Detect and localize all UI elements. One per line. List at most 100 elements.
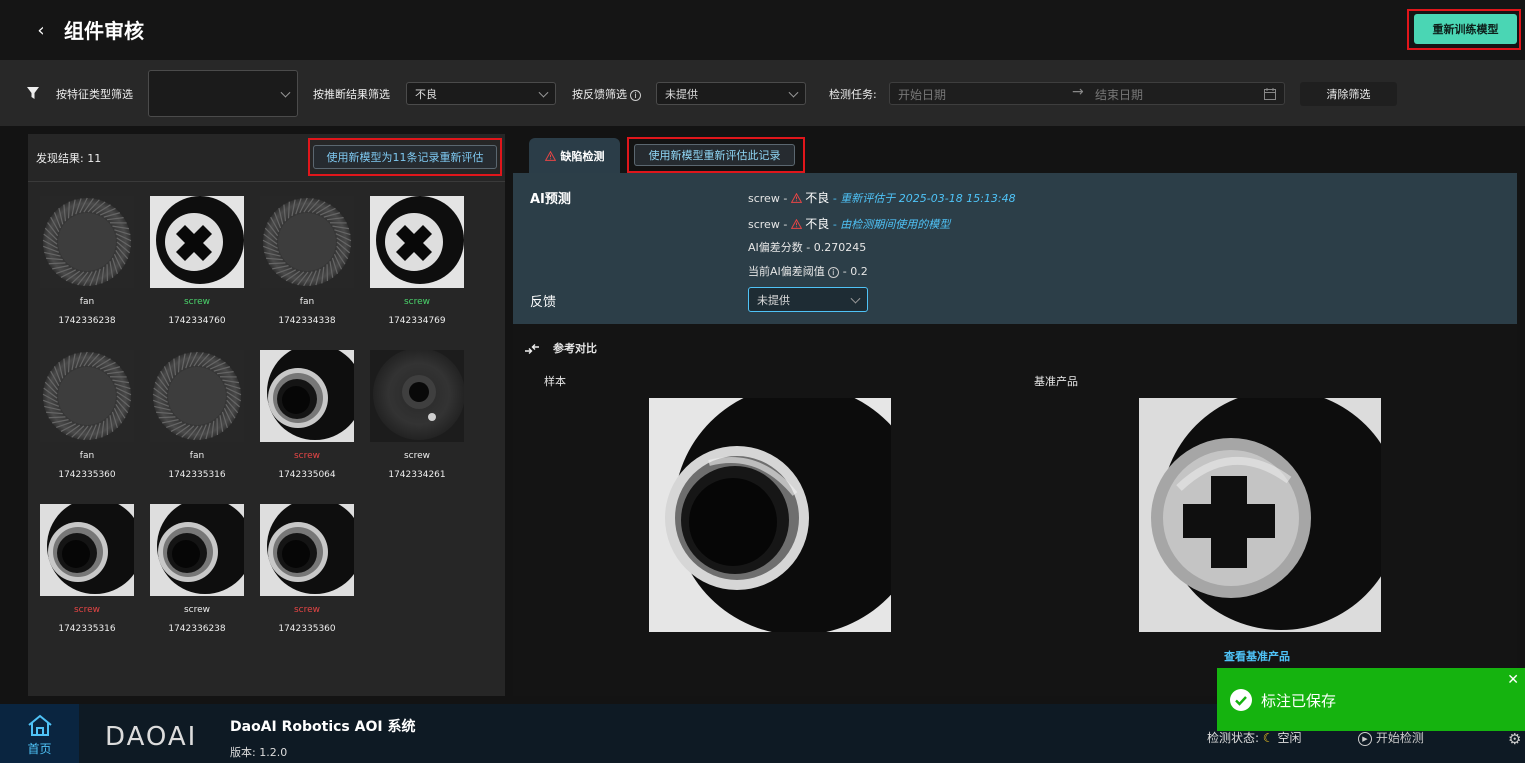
moon-icon: ☾ — [1262, 731, 1274, 745]
reference-title: 参考对比 — [553, 342, 597, 355]
thumbnail-class: fan — [79, 297, 95, 307]
sample-label: 样本 — [544, 375, 566, 388]
info-icon: i — [630, 89, 641, 101]
result-thumbnail[interactable]: fan 1742334338 — [260, 196, 354, 326]
ai-prediction-panel: AI预测 screw - 不良 - 重新评估于 2025-03-18 15:13… — [513, 173, 1517, 324]
warning-icon — [790, 192, 803, 203]
calendar-icon[interactable] — [1264, 88, 1276, 100]
thumbnail-image — [150, 504, 244, 596]
result-thumbnail[interactable]: fan 1742336238 — [40, 196, 134, 326]
results-count: 发现结果: 11 — [36, 152, 102, 165]
feedback-label: 反馈 — [530, 295, 557, 310]
result-thumbnail[interactable]: screw 1742334261 — [370, 350, 464, 480]
thumbnail-image — [150, 350, 244, 442]
page-title: 组件审核 — [64, 19, 144, 43]
reference-compare-panel: 参考对比 样本 基准产品 查看基准产品 — [513, 324, 1517, 696]
home-icon — [28, 714, 52, 736]
app-version: 版本: 1.2.0 — [230, 746, 288, 759]
thumbnail-class: screw — [403, 297, 431, 307]
thumbnail-image — [260, 196, 354, 288]
thumbnail-image — [40, 504, 134, 596]
feature-type-select[interactable] — [148, 70, 298, 117]
prediction-row-reeval: screw - 不良 - 重新评估于 2025-03-18 15:13:48 — [748, 191, 1016, 205]
thumbnail-id: 1742336238 — [58, 316, 116, 326]
thumbnail-class: screw — [293, 451, 321, 461]
back-chevron-icon[interactable]: ‹ — [31, 18, 51, 42]
result-thumbnail[interactable]: fan 1742335316 — [150, 350, 244, 480]
info-icon: i — [827, 266, 839, 278]
toast-message: 标注已保存 — [1261, 692, 1337, 710]
chevron-down-icon — [788, 87, 799, 98]
thumbnail-class: fan — [79, 451, 95, 461]
feedback-filter-select[interactable]: 未提供 — [656, 82, 806, 105]
thumbnail-image — [150, 196, 244, 288]
golden-label: 基准产品 — [1034, 375, 1078, 388]
home-nav-item[interactable]: 首页 — [0, 704, 79, 763]
reevaluate-record-button[interactable]: 使用新模型重新评估此记录 — [634, 144, 795, 166]
result-select[interactable]: 不良 — [406, 82, 556, 105]
thumbnail-image — [260, 350, 354, 442]
thumbnail-class: screw — [293, 605, 321, 615]
tab-defect-detection[interactable]: 缺陷检测 — [529, 138, 620, 173]
play-icon: ▶ — [1358, 731, 1372, 746]
result-thumbnail[interactable]: fan 1742335360 — [40, 350, 134, 480]
thumbnail-image — [370, 350, 464, 442]
thumbnail-id: 1742335064 — [278, 470, 336, 480]
divider — [28, 181, 505, 182]
ai-score: AI偏差分数 - 0.270245 — [748, 241, 867, 254]
date-range-picker[interactable]: 开始日期 → 结束日期 — [889, 82, 1285, 105]
thumbnail-class: screw — [73, 605, 101, 615]
daoai-logo: DAOAI — [105, 722, 198, 752]
view-golden-link[interactable]: 查看基准产品 — [1224, 648, 1290, 664]
task-label: 检测任务: — [829, 88, 877, 101]
gear-icon[interactable]: ⚙ — [1508, 730, 1521, 748]
result-thumbnail[interactable]: screw 1742335360 — [260, 504, 354, 634]
thumbnail-class: fan — [299, 297, 315, 307]
result-thumbnail[interactable]: screw 1742335316 — [40, 504, 134, 634]
top-header: ‹ 组件审核 重新训练模型 — [0, 0, 1525, 60]
thumbnail-id: 1742334760 — [168, 316, 226, 326]
golden-image — [1139, 398, 1381, 632]
thumbnail-id: 1742334261 — [388, 470, 446, 480]
ai-prediction-label: AI预测 — [530, 192, 571, 207]
thumbnail-id: 1742335316 — [168, 470, 226, 480]
app-name: DaoAI Robotics AOI 系统 — [230, 719, 416, 735]
result-filter-label: 按推断结果筛选 — [313, 88, 390, 101]
thumbnail-id: 1742334769 — [388, 316, 446, 326]
ai-threshold: 当前AI偏差阈值 i - 0.2 — [748, 265, 868, 278]
thumbnail-image — [370, 196, 464, 288]
end-date-input[interactable]: 结束日期 — [1095, 86, 1143, 103]
result-thumbnail[interactable]: screw 1742335064 — [260, 350, 354, 480]
warning-icon — [790, 218, 803, 229]
warning-icon — [544, 150, 556, 161]
compare-arrows-icon — [525, 344, 539, 354]
thumbnail-id: 1742335316 — [58, 624, 116, 634]
thumbnail-id: 1742335360 — [278, 624, 336, 634]
thumbnail-class: fan — [189, 451, 205, 461]
result-thumbnail[interactable]: screw 1742336238 — [150, 504, 244, 634]
thumbnail-image — [40, 350, 134, 442]
clear-filters-button[interactable]: 清除筛选 — [1300, 82, 1397, 106]
thumbnail-image — [260, 504, 354, 596]
results-panel: 发现结果: 11 fan 1742336238 screw 1742334760… — [28, 134, 505, 696]
result-thumbnail[interactable]: screw 1742334760 — [150, 196, 244, 326]
prediction-row-original: screw - 不良 - 由检测期间使用的模型 — [748, 217, 951, 231]
thumbnail-id: 1742334338 — [278, 316, 336, 326]
chevron-down-icon — [280, 87, 291, 98]
retrain-model-button[interactable]: 重新训练模型 — [1414, 14, 1517, 44]
sample-image — [649, 398, 891, 632]
start-date-input[interactable]: 开始日期 — [898, 86, 946, 103]
close-icon[interactable]: ✕ — [1507, 672, 1519, 688]
reevaluate-all-button[interactable]: 使用新模型为11条记录重新评估 — [313, 145, 497, 169]
feedback-select[interactable]: 未提供 — [748, 287, 868, 312]
thumbnail-class: screw — [183, 605, 211, 615]
feature-type-filter-label: 按特征类型筛选 — [56, 88, 133, 101]
toast-notification: 标注已保存 ✕ — [1217, 668, 1525, 731]
result-thumbnail[interactable]: screw 1742334769 — [370, 196, 464, 326]
detection-status: 检测状态: ☾ 空闲 — [1207, 731, 1302, 745]
thumbnail-class: screw — [403, 451, 431, 461]
arrow-right-icon: → — [1072, 84, 1084, 100]
start-detection-button[interactable]: ▶ 开始检测 — [1358, 729, 1424, 746]
chevron-down-icon — [850, 293, 861, 304]
thumbnail-id: 1742335360 — [58, 470, 116, 480]
